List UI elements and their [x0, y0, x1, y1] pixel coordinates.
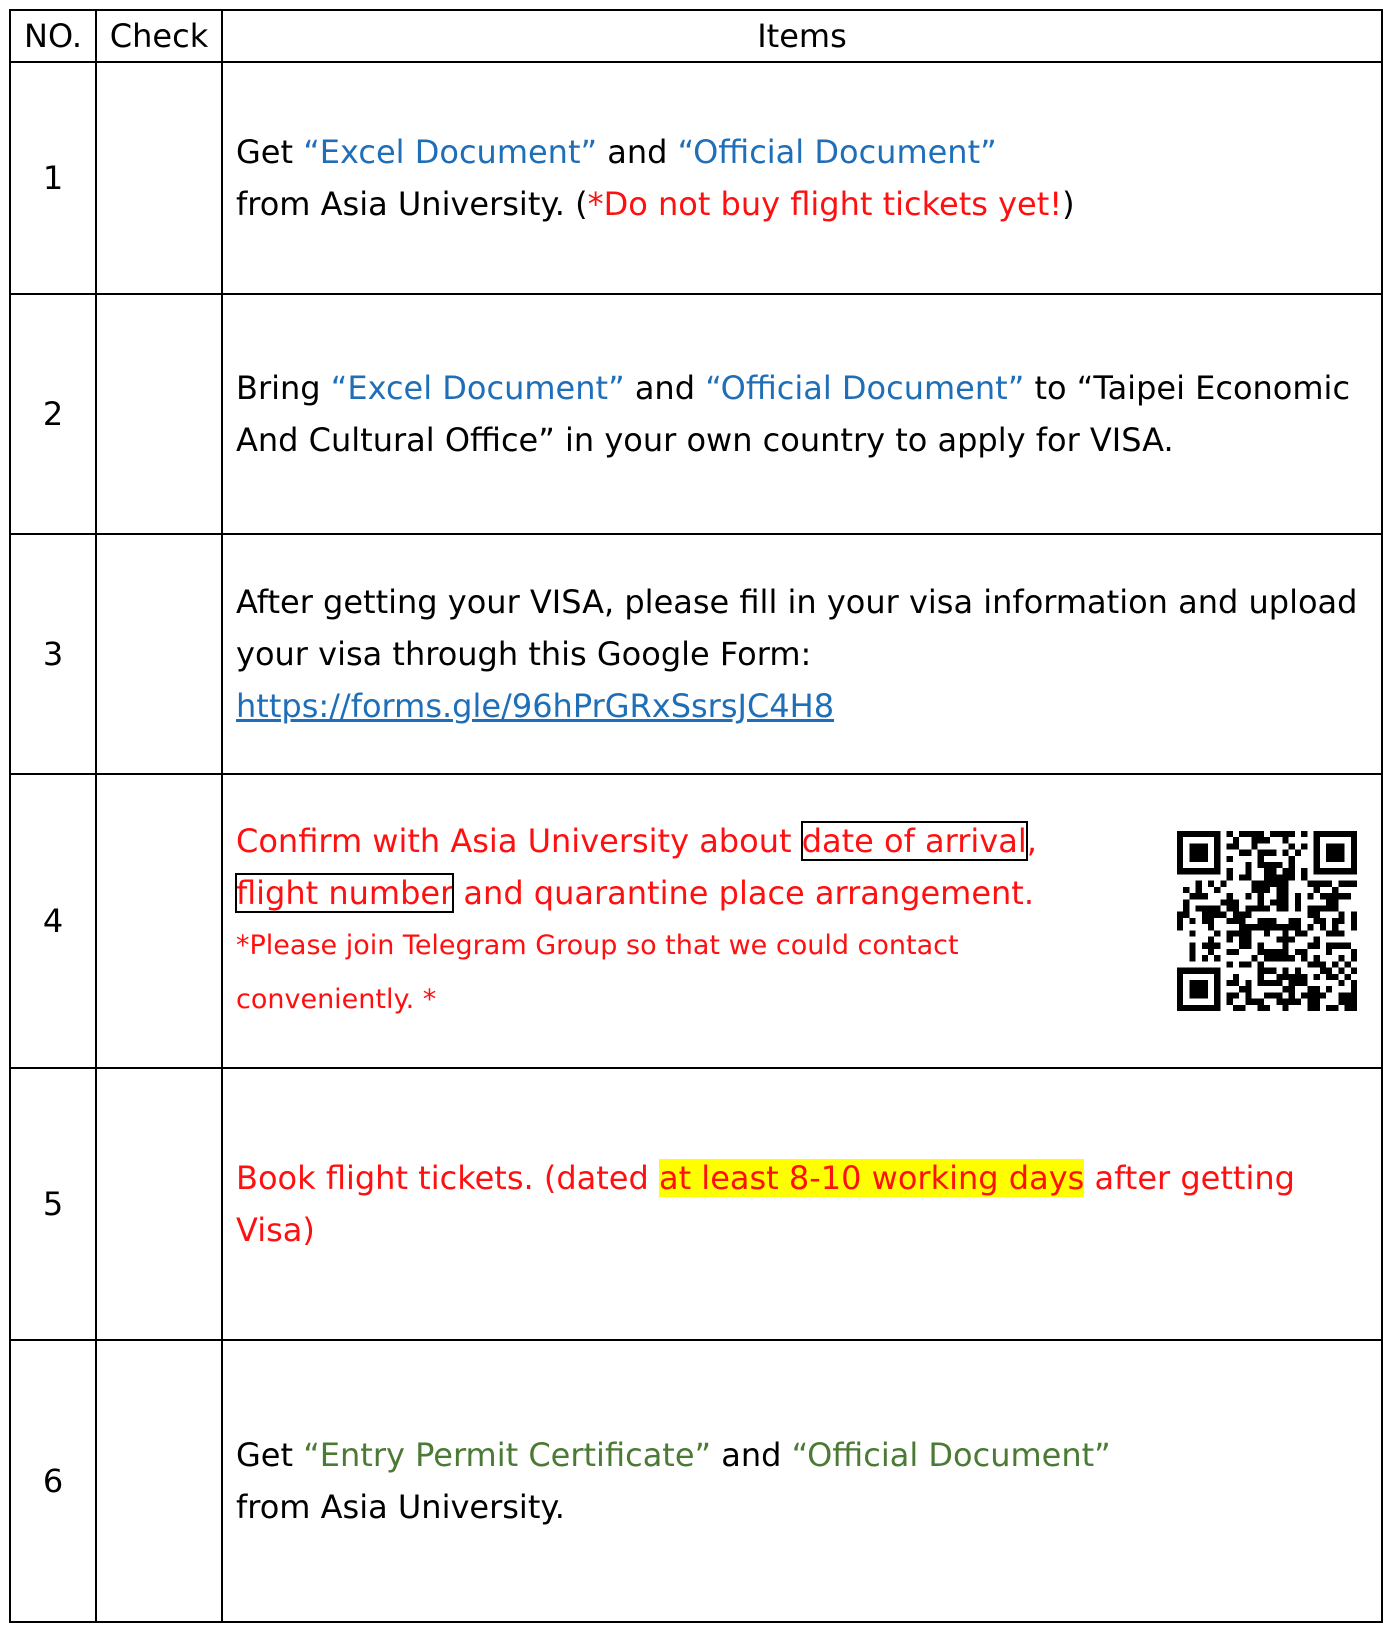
table-row: 6 Get “Entry Permit Certificate” and “Of…	[9, 1339, 1383, 1623]
official-document-text: “Official Document”	[791, 1436, 1111, 1474]
item-cell: Get “Entry Permit Certificate” and “Offi…	[221, 1339, 1383, 1623]
excel-document-text: “Excel Document”	[303, 133, 598, 171]
header-no: NO.	[9, 9, 97, 63]
text: and	[624, 369, 706, 407]
item-line: from Asia University. (*Do not buy fligh…	[236, 178, 1381, 230]
check-cell[interactable]	[95, 1339, 223, 1623]
entry-permit-text: “Entry Permit Certificate”	[303, 1436, 712, 1474]
text: Book flight tickets. (dated	[236, 1159, 659, 1197]
official-document-text: “Official Document”	[677, 133, 997, 171]
check-cell[interactable]	[95, 1067, 223, 1341]
excel-document-text: “Excel Document”	[330, 369, 625, 407]
highlighted-text: at least 8-10 working days	[658, 1159, 1085, 1197]
check-cell[interactable]	[95, 533, 223, 775]
warning-text: *Do not buy flight tickets yet!	[587, 185, 1063, 223]
table-row: 4 Confirm with Asia University about dat…	[9, 773, 1383, 1069]
row-number: 6	[9, 1339, 97, 1623]
telegram-qr-code-icon	[1177, 831, 1357, 1011]
row-number: 5	[9, 1067, 97, 1341]
check-cell[interactable]	[95, 293, 223, 535]
item-cell: Bring “Excel Document” and “Official Doc…	[221, 293, 1383, 535]
header-check: Check	[95, 9, 223, 63]
text: Bring	[236, 369, 331, 407]
item-cell: After getting your VISA, please fill in …	[221, 533, 1383, 775]
table-row: 3 After getting your VISA, please fill i…	[9, 533, 1383, 775]
check-cell[interactable]	[95, 61, 223, 295]
item-line: Get “Entry Permit Certificate” and “Offi…	[236, 1429, 1381, 1481]
text: )	[1062, 185, 1075, 223]
text: Confirm with Asia University about	[236, 822, 802, 860]
item-line: Confirm with Asia University about date …	[236, 815, 1141, 867]
row-number: 2	[9, 293, 97, 535]
flight-number-box: flight number	[234, 873, 455, 913]
check-cell[interactable]	[95, 773, 223, 1069]
table-row: 2 Bring “Excel Document” and “Official D…	[9, 293, 1383, 535]
row-number: 1	[9, 61, 97, 295]
item-line: flight number and quarantine place arran…	[234, 867, 1141, 919]
telegram-note: *Please join Telegram Group so that we c…	[236, 930, 959, 1015]
item-paragraph: Book flight tickets. (dated at least 8-1…	[236, 1152, 1381, 1256]
item-line: Get “Excel Document” and “Official Docum…	[236, 126, 1381, 178]
item-paragraph: Bring “Excel Document” and “Official Doc…	[236, 362, 1381, 466]
row-number: 4	[9, 773, 97, 1069]
table-row: 5 Book flight tickets. (dated at least 8…	[9, 1067, 1383, 1341]
item-cell: Book flight tickets. (dated at least 8-1…	[221, 1067, 1383, 1341]
text: Get	[236, 1436, 304, 1474]
item-cell: Get “Excel Document” and “Official Docum…	[221, 61, 1383, 295]
header-row: NO. Check Items	[9, 9, 1383, 63]
text: and quarantine place arrangement.	[453, 874, 1034, 912]
text: and	[711, 1436, 792, 1474]
item-paragraph: After getting your VISA, please fill in …	[236, 583, 1358, 673]
google-form-link[interactable]: https://forms.gle/96hPrGRxSsrsJC4H8	[236, 687, 834, 725]
table-row: 1 Get “Excel Document” and “Official Doc…	[9, 61, 1383, 295]
date-of-arrival-box: date of arrival	[800, 821, 1028, 861]
official-document-text: “Official Document”	[705, 369, 1025, 407]
item-line: from Asia University.	[236, 1488, 565, 1526]
text: Get	[236, 133, 304, 171]
checklist-table: NO. Check Items 1 Get “Excel Document” a…	[9, 9, 1383, 1623]
row-number: 3	[9, 533, 97, 775]
text: ,	[1026, 822, 1037, 860]
text: and	[597, 133, 678, 171]
item-cell: Confirm with Asia University about date …	[221, 773, 1383, 1069]
text: from Asia University. (	[236, 185, 588, 223]
header-items: Items	[221, 9, 1383, 63]
